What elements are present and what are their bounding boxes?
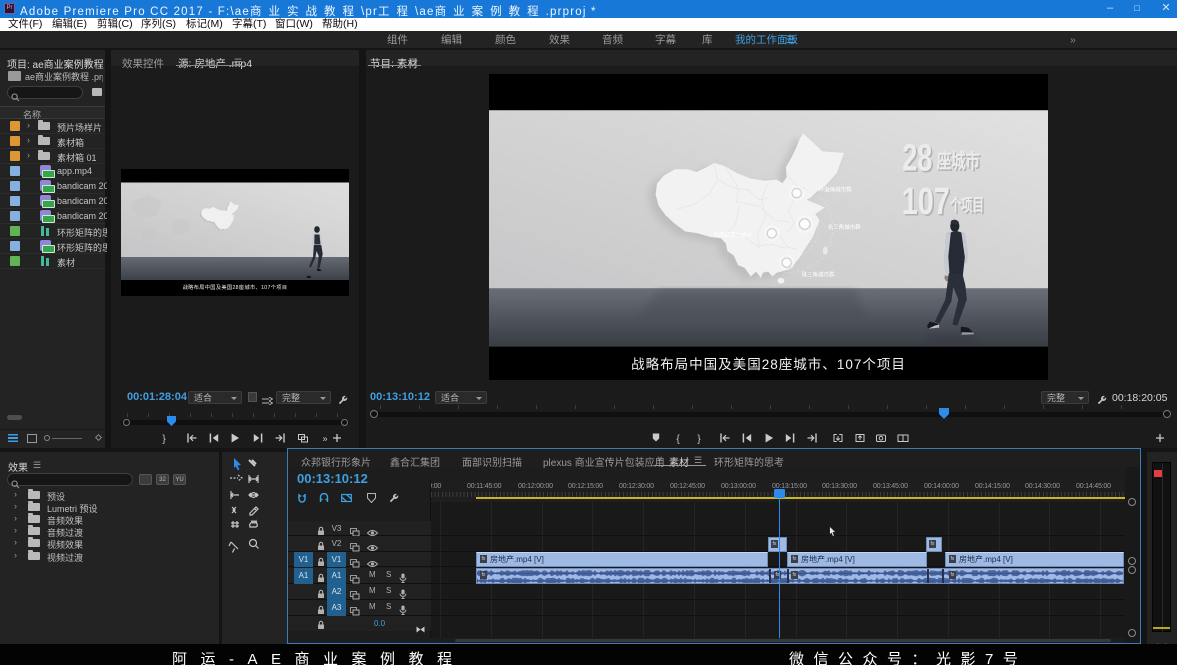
svg-text:{: {: [676, 434, 680, 445]
svg-text:战略布局中国及美国28座城市、107个项目: 战略布局中国及美国28座城市、107个项目: [183, 283, 288, 291]
svg-text:28: 28: [902, 137, 932, 180]
svg-text:环渤海城市群: 环渤海城市群: [819, 185, 852, 193]
svg-text:战略布局中国及美国28座城市、107个项目: 战略布局中国及美国28座城市、107个项目: [631, 356, 906, 372]
svg-text:107: 107: [902, 180, 950, 223]
svg-text:}: }: [697, 434, 701, 445]
svg-text:»: »: [322, 434, 327, 444]
svg-text:长三角城市群: 长三角城市群: [828, 223, 861, 231]
svg-text:}: }: [162, 434, 166, 445]
svg-text:个项目: 个项目: [949, 195, 984, 215]
svg-text:中西部潜力城市: 中西部潜力城市: [713, 231, 752, 239]
svg-text:座城市: 座城市: [937, 150, 980, 173]
svg-text:珠三角城市群: 珠三角城市群: [802, 270, 835, 278]
